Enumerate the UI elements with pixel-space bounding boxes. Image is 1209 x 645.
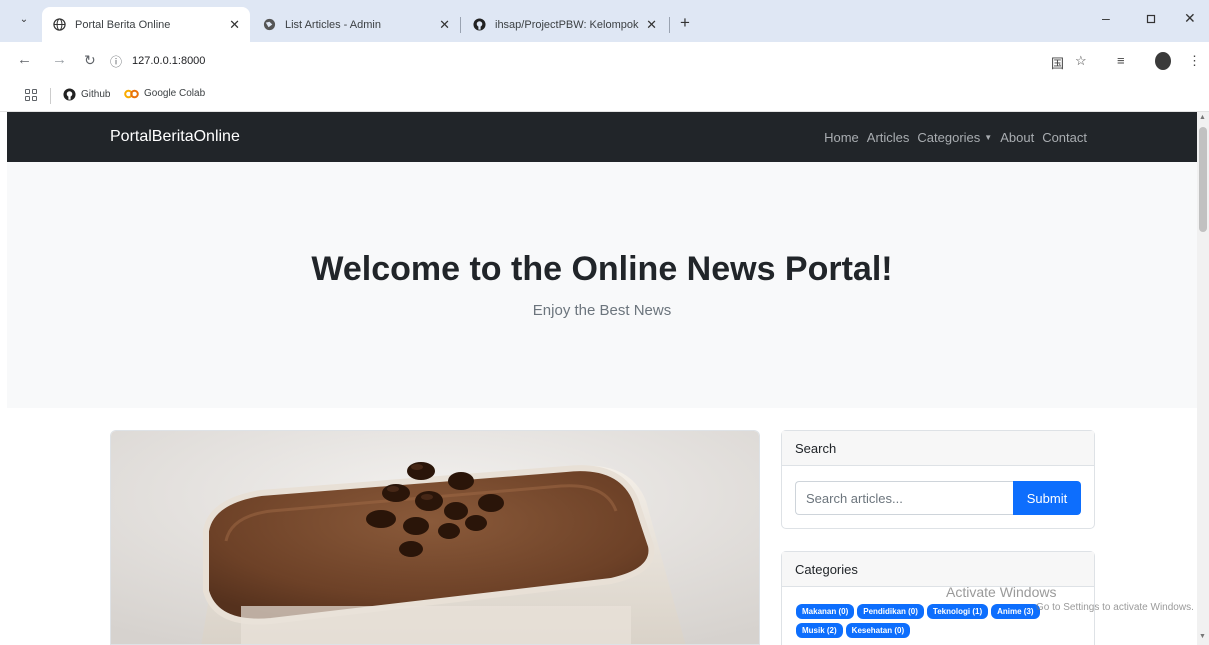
reading-list-icon[interactable]: ≡ <box>1117 53 1125 68</box>
category-badge-anime[interactable]: Anime (3) <box>991 604 1040 619</box>
categories-card-header: Categories <box>782 552 1094 587</box>
search-input[interactable] <box>795 481 1013 515</box>
tab-title: ihsap/ProjectPBW: Kelompok 1 <box>495 18 641 31</box>
bookmark-github[interactable]: Github <box>63 88 110 101</box>
site-info-icon[interactable]: ⓘ <box>110 53 122 70</box>
search-card-header: Search <box>782 431 1094 466</box>
globe-icon <box>52 18 66 32</box>
nav-about[interactable]: About <box>1000 130 1034 145</box>
nav-contact[interactable]: Contact <box>1042 130 1087 145</box>
translate-icon[interactable]: 国 <box>1051 53 1064 72</box>
featured-article-image[interactable] <box>110 430 760 645</box>
search-form: Submit <box>795 481 1081 515</box>
back-icon[interactable]: ← <box>17 51 32 68</box>
colab-icon <box>124 89 139 99</box>
search-card: Search Submit <box>781 430 1095 529</box>
reload-icon[interactable]: ↻ <box>84 52 96 69</box>
bookmark-label: Google Colab <box>144 88 206 99</box>
nav-home[interactable]: Home <box>824 130 859 145</box>
category-badge-musik[interactable]: Musik (2) <box>796 623 843 638</box>
bookmark-star-icon[interactable]: ☆ <box>1075 53 1087 69</box>
watermark-subtitle: Go to Settings to activate Windows. <box>1036 602 1194 613</box>
tab-title: List Articles - Admin <box>285 18 381 31</box>
browser-toolbar: ← → ↻ ⓘ 127.0.0.1:8000 国 ☆ ≡ ⋮ <box>0 42 1209 80</box>
close-tab-icon[interactable]: ✕ <box>646 17 657 33</box>
menu-kebab-icon[interactable]: ⋮ <box>1188 53 1201 69</box>
hero-title: Welcome to the Online News Portal! <box>311 250 893 288</box>
tab-list-articles[interactable]: List Articles - Admin ✕ <box>252 7 460 42</box>
tab-title: Portal Berita Online <box>75 18 171 31</box>
nav-categories-dropdown[interactable]: Categories ▼ <box>917 130 992 145</box>
tab-strip: ⌄ Portal Berita Online ✕ List Articles -… <box>0 0 1209 42</box>
bookmarks-bar: Github Google Colab <box>0 80 1209 112</box>
category-badge-kesehatan[interactable]: Kesehatan (0) <box>845 623 911 638</box>
submit-search-button[interactable]: Submit <box>1013 481 1081 515</box>
close-window-icon[interactable]: ✕ <box>1184 10 1196 27</box>
bookmark-label: Github <box>81 89 111 100</box>
page-scrollbar[interactable]: ▲ ▼ <box>1197 112 1209 645</box>
bookmark-google-colab[interactable]: Google Colab <box>124 88 205 99</box>
category-badge-pendidikan[interactable]: Pendidikan (0) <box>857 604 924 619</box>
nav-categories-label: Categories <box>917 130 981 145</box>
scroll-down-icon[interactable]: ▼ <box>1199 633 1206 640</box>
category-badges: Makanan (0) Pendidikan (0) Teknologi (1)… <box>796 604 1066 638</box>
nav-links: Home Articles Categories ▼ About Contact <box>824 130 1087 145</box>
site-brand[interactable]: PortalBeritaOnline <box>110 128 240 146</box>
tab-portal-berita[interactable]: Portal Berita Online ✕ <box>42 7 250 42</box>
url-text: 127.0.0.1:8000 <box>132 55 206 67</box>
hero-subtitle: Enjoy the Best News <box>532 302 672 319</box>
page-viewport: PortalBeritaOnline Home Articles Categor… <box>7 112 1197 645</box>
nav-articles[interactable]: Articles <box>867 130 910 145</box>
profile-avatar[interactable] <box>1155 52 1171 70</box>
tab-github-project[interactable]: ihsap/ProjectPBW: Kelompok 1 ✕ <box>462 7 667 42</box>
github-icon <box>63 88 76 101</box>
maximize-icon[interactable] <box>1146 10 1156 27</box>
tab-separator <box>669 17 670 33</box>
hero-section: Welcome to the Online News Portal! Enjoy… <box>7 162 1197 408</box>
new-tab-button[interactable]: + <box>680 13 690 33</box>
github-icon <box>472 18 486 32</box>
forward-icon[interactable]: → <box>52 51 67 68</box>
activate-windows-watermark: Activate Windows Go to Settings to activ… <box>946 584 1194 613</box>
bookmark-separator <box>50 88 51 104</box>
tab-separator <box>460 17 461 33</box>
category-badge-makanan[interactable]: Makanan (0) <box>796 604 855 619</box>
apps-grid-icon[interactable] <box>25 89 37 101</box>
site-navbar: PortalBeritaOnline Home Articles Categor… <box>7 112 1197 162</box>
category-badge-teknologi[interactable]: Teknologi (1) <box>926 604 989 619</box>
close-tab-icon[interactable]: ✕ <box>439 17 450 33</box>
address-bar[interactable]: ⓘ 127.0.0.1:8000 <box>110 48 1110 74</box>
scrollbar-thumb[interactable] <box>1199 127 1207 232</box>
caret-down-icon: ▼ <box>984 133 993 142</box>
watermark-title: Activate Windows <box>946 584 1057 600</box>
tab-search-button[interactable]: ⌄ <box>14 10 34 30</box>
minimize-icon[interactable]: – <box>1102 10 1110 26</box>
globe-icon <box>262 18 276 32</box>
close-tab-icon[interactable]: ✕ <box>229 17 240 33</box>
scroll-up-icon[interactable]: ▲ <box>1199 114 1206 121</box>
